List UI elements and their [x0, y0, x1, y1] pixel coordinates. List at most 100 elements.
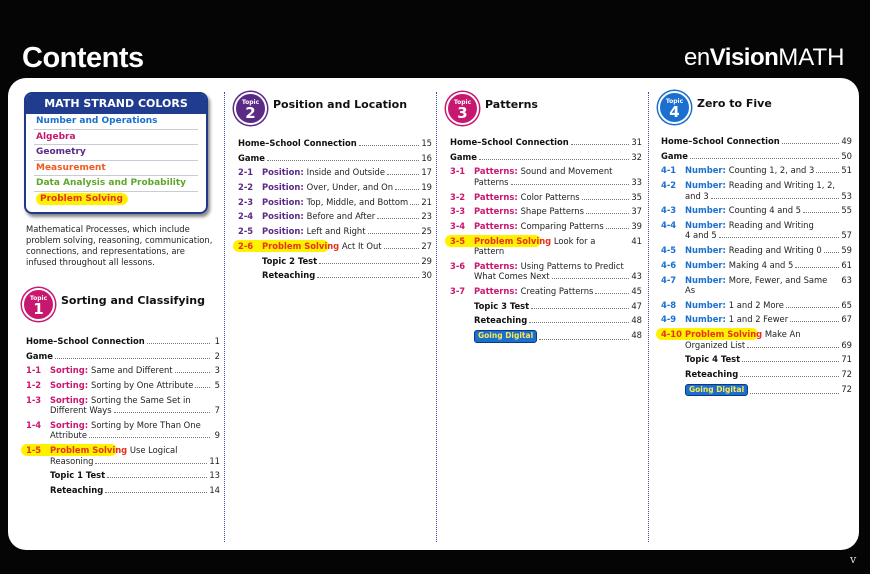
toc-entry[interactable]: 1-4 Sorting: Sorting by More Than One Attr…	[26, 420, 220, 441]
lesson-number: 1-3	[26, 394, 42, 405]
entry-body: Reteaching 14	[50, 485, 220, 496]
toc-entry[interactable]: 2-3 Position: Top, Middle, and Bottom 21	[238, 197, 432, 208]
entry-title: Topic 2 Test	[262, 255, 318, 266]
dot-leader	[410, 197, 420, 205]
entry-line: Attribute 9	[50, 430, 220, 441]
page-number: 59	[841, 245, 852, 256]
toc-entry[interactable]: Going Digital 72	[661, 383, 852, 397]
toc-entry[interactable]: Topic 3 Test 47	[450, 301, 642, 312]
toc-entry[interactable]: 4-10 Problem Solving Make An Organized Lis…	[656, 328, 852, 350]
entry-title: Over, Under, and On	[306, 182, 394, 193]
page-number: 72	[841, 383, 852, 394]
toc-entry[interactable]: 3-4 Patterns: Comparing Patterns 39	[450, 221, 642, 232]
entry-body: Game 16	[238, 153, 432, 164]
toc-entry[interactable]: Home–School Connection 15	[238, 138, 432, 149]
entry-text: Number: Reading and Writing 1, 2,	[685, 180, 835, 191]
lesson-number: 3-4	[450, 220, 466, 231]
strand-name: Number:	[685, 259, 729, 270]
toc-entry[interactable]: Going Digital 48	[450, 330, 642, 343]
dot-leader	[386, 167, 420, 176]
toc-entry[interactable]: 2-1 Position: Inside and Outside 17	[238, 167, 432, 178]
toc-entry[interactable]: Home–School Connection 1	[26, 336, 220, 347]
toc-entry[interactable]: Game 50	[661, 151, 852, 162]
entry-line: and 3 53	[685, 191, 852, 202]
toc-entry[interactable]: Topic 4 Test 71	[661, 354, 852, 365]
entry-text: Sorting: Sorting by More Than One	[50, 420, 201, 431]
toc-entry[interactable]: 2-5 Position: Left and Right 25	[238, 226, 432, 237]
page-number: 48	[631, 315, 642, 326]
toc-entry[interactable]: 4-1 Number: Counting 1, 2, and 3 51	[661, 165, 852, 176]
toc-entry[interactable]: 4-9 Number: 1 and 2 Fewer 67	[661, 314, 852, 325]
toc-entry[interactable]: Reteaching 30	[238, 270, 432, 281]
entry-title: Reading and Writing	[728, 219, 814, 230]
entry-text: Reteaching	[685, 369, 738, 380]
toc-entry[interactable]: 1-5 Problem Solving Use Logical Reasoning 1…	[21, 444, 220, 466]
entry-body: Number: More, Fewer, and Same As 63	[685, 275, 852, 296]
toc-entry[interactable]: 4-6 Number: Making 4 and 5 61	[661, 260, 852, 271]
toc-entry[interactable]: Reteaching 72	[661, 369, 852, 380]
entry-title: Reteaching	[474, 315, 528, 326]
entry-body: Home–School Connection 15	[238, 138, 432, 149]
strand-label: Problem Solving	[36, 192, 128, 205]
topic-2-header: Topic 2 Position and Location	[234, 92, 407, 125]
toc-entry[interactable]: 2-2 Position: Over, Under, and On 19	[238, 182, 432, 193]
toc-entry[interactable]: Home–School Connection 49	[661, 136, 852, 147]
page-number: 55	[841, 205, 852, 216]
toc-entry[interactable]: 3-6 Patterns: Using Patterns to Predict Wh…	[450, 261, 642, 282]
topic-4-lesson-list: Home–School Connection 49 Game 50 4-1 Number:…	[656, 136, 852, 400]
toc-entry[interactable]: Reteaching 48	[450, 315, 642, 326]
entry-text: 4 and 5	[685, 230, 717, 241]
entry-line: Number: 1 and 2 More 65	[685, 300, 852, 311]
lesson-number	[661, 354, 685, 365]
toc-entry[interactable]: 3-5 Problem Solving Look for a Pattern 41	[445, 234, 642, 257]
entry-body: Reteaching 72	[685, 369, 852, 380]
entry-body: Position: Over, Under, and On 19	[262, 182, 432, 193]
entry-title: 1 and 2 More	[728, 299, 784, 310]
toc-entry[interactable]: 4-4 Number: Reading and Writing 4 and 5 57	[661, 220, 852, 241]
toc-entry[interactable]: 1-1 Sorting: Same and Different 3	[26, 365, 220, 376]
toc-entry[interactable]: Reteaching 14	[26, 485, 220, 496]
toc-entry[interactable]: Game 16	[238, 153, 432, 164]
entry-text: Number: Counting 4 and 5	[685, 205, 801, 216]
page-number: 48	[631, 330, 642, 341]
strand-name: Number:	[685, 274, 729, 285]
toc-entry[interactable]: 4-7 Number: More, Fewer, and Same As 63	[661, 275, 852, 296]
toc-entry[interactable]: Home–School Connection 31	[450, 137, 642, 148]
toc-entry[interactable]: 4-5 Number: Reading and Writing 0 59	[661, 245, 852, 256]
topic-3-header: Topic 3 Patterns	[446, 92, 538, 125]
toc-entry[interactable]: Game 32	[450, 152, 642, 163]
page-number: 2	[214, 350, 220, 361]
toc-entry[interactable]: 3-3 Patterns: Shape Patterns 37	[450, 206, 642, 217]
toc-entry[interactable]: 4-3 Number: Counting 4 and 5 55	[661, 205, 852, 216]
topic-3-badge: Topic 3	[446, 92, 479, 125]
topic-badge-number: 2	[245, 104, 256, 122]
entry-title: Home–School Connection	[450, 137, 569, 147]
toc-entry[interactable]: Topic 2 Test 29	[238, 256, 432, 267]
dot-leader	[113, 405, 210, 414]
entry-text: Different Ways	[50, 405, 112, 416]
toc-entry[interactable]: 3-7 Patterns: Creating Patterns 45	[450, 286, 642, 297]
strand-name: Number:	[685, 205, 729, 216]
entry-text: Patterns: Color Patterns	[474, 192, 580, 203]
toc-entry[interactable]: 4-2 Number: Reading and Writing 1, 2, and …	[661, 180, 852, 201]
entry-body: Position: Before and After 23	[262, 211, 432, 222]
toc-entry[interactable]: 3-2 Patterns: Color Patterns 35	[450, 192, 642, 203]
lesson-number: 2-6	[238, 240, 254, 251]
page-number: 13	[209, 470, 220, 481]
column-divider	[436, 92, 437, 542]
entry-line: Patterns 33	[474, 177, 642, 188]
toc-entry[interactable]: Game 2	[26, 351, 220, 362]
toc-entry[interactable]: 1-2 Sorting: Sorting by One Attribute 5	[26, 380, 220, 391]
toc-entry[interactable]: 4-8 Number: 1 and 2 More 65	[661, 300, 852, 311]
toc-entry[interactable]: 2-4 Position: Before and After 23	[238, 211, 432, 222]
entry-line: Number: Counting 1, 2, and 3 51	[685, 165, 852, 176]
entry-title: Counting 1, 2, and 3	[728, 165, 815, 176]
topic-4-header: Topic 4 Zero to Five	[658, 91, 772, 124]
page-number: 7	[214, 405, 220, 416]
toc-entry[interactable]: 3-1 Patterns: Sound and Movement Patterns 3…	[450, 166, 642, 187]
toc-entry[interactable]: Topic 1 Test 13	[26, 470, 220, 481]
entry-title: Topic 1 Test	[50, 470, 106, 481]
toc-entry[interactable]: 2-6 Problem Solving Act It Out 27	[233, 239, 432, 252]
lesson-number	[238, 256, 262, 267]
toc-entry[interactable]: 1-3 Sorting: Sorting the Same Set in Diffe…	[26, 395, 220, 416]
